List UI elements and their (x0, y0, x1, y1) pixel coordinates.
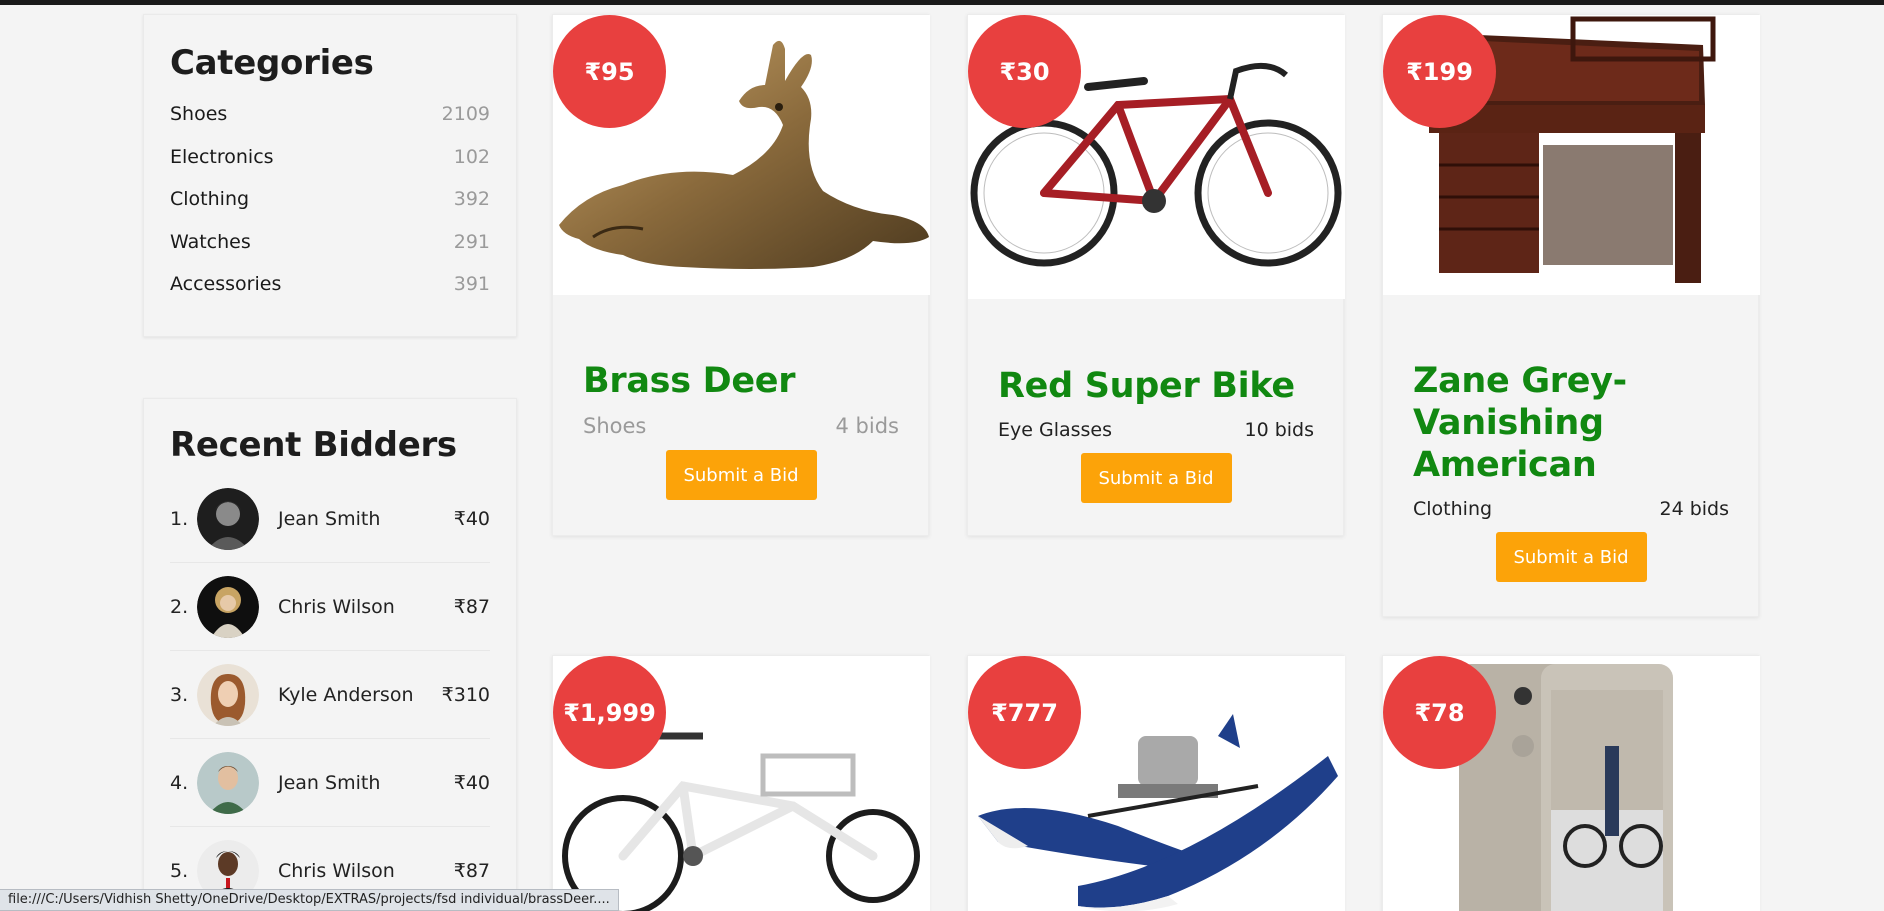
product-card: ₹30 Red Super Bike Eye Glasses 10 bids S… (967, 14, 1345, 536)
price-badge: ₹78 (1383, 656, 1496, 769)
product-bid-count: 10 bids (1244, 419, 1314, 441)
category-count: 391 (453, 273, 490, 296)
product-body: Zane Grey-Vanishing American Clothing 24… (1413, 360, 1729, 582)
price-badge: ₹777 (968, 656, 1081, 769)
price-badge: ₹1,999 (553, 656, 666, 769)
product-meta: Eye Glasses 10 bids (998, 419, 1314, 441)
product-meta: Clothing 24 bids (1413, 498, 1729, 520)
category-item-clothing[interactable]: Clothing 392 (170, 178, 490, 221)
bidder-name: Chris Wilson (278, 595, 395, 618)
bidder-amount: ₹40 (453, 771, 490, 794)
bidder-amount: ₹87 (453, 595, 490, 618)
bidder-rank: 3. (170, 683, 189, 706)
category-count: 392 (453, 188, 490, 211)
bidder-rank: 2. (170, 595, 189, 618)
category-item-accessories[interactable]: Accessories 391 (170, 263, 490, 306)
product-card: ₹95 Brass Deer Shoes 4 bids Submit a Bid (552, 14, 930, 536)
price-badge: ₹199 (1383, 15, 1496, 128)
bidder-amount: ₹40 (453, 507, 490, 530)
bidder-amount: ₹87 (453, 860, 490, 882)
category-item-watches[interactable]: Watches 291 (170, 221, 490, 264)
avatar (197, 487, 259, 550)
product-title[interactable]: Zane Grey-Vanishing American (1413, 360, 1729, 486)
product-category: Clothing (1413, 498, 1493, 520)
category-count: 2109 (441, 103, 490, 126)
bidder-row: 3. Kyle Anderson ₹310 (170, 651, 490, 739)
product-title[interactable]: Red Super Bike (998, 365, 1314, 407)
product-card: ₹777 (967, 655, 1345, 911)
status-bar-url: file:///C:/Users/Vidhish Shetty/OneDrive… (0, 889, 619, 911)
product-bid-count: 24 bids (1659, 498, 1729, 520)
submit-bid-button[interactable]: Submit a Bid (665, 450, 817, 500)
category-item-shoes[interactable]: Shoes 2109 (170, 93, 490, 136)
bidder-name: Chris Wilson (278, 860, 395, 882)
product-title[interactable]: Brass Deer (583, 360, 899, 402)
avatar (197, 751, 259, 814)
bidder-row: 4. Jean Smith ₹40 (170, 739, 490, 827)
avatar (197, 663, 259, 726)
category-name[interactable]: Electronics (170, 146, 274, 168)
category-name[interactable]: Shoes (170, 103, 227, 125)
price-badge: ₹30 (968, 15, 1081, 128)
product-card: ₹1,999 (552, 655, 930, 911)
bidder-amount: ₹310 (441, 683, 490, 706)
bidder-row: 1. Jean Smith ₹40 (170, 475, 490, 563)
bidder-name: Kyle Anderson (278, 683, 414, 706)
recent-bidders-title: Recent Bidders (170, 425, 457, 465)
product-card: ₹78 (1382, 655, 1760, 911)
product-category: Eye Glasses (998, 419, 1113, 441)
recent-bidders-panel: Recent Bidders 1. Jean Smith ₹40 2. Chri… (143, 398, 517, 911)
category-count: 291 (453, 230, 490, 253)
avatar (197, 575, 259, 638)
submit-bid-button[interactable]: Submit a Bid (1080, 453, 1232, 503)
product-card: ₹199 Zane Grey-Vanishing American Clothi… (1382, 14, 1760, 617)
categories-title: Categories (170, 43, 374, 83)
categories-panel: Categories Shoes 2109 Electronics 102 Cl… (143, 14, 517, 337)
bidder-name: Jean Smith (278, 771, 381, 794)
product-bid-count: 4 bids (835, 414, 899, 438)
category-item-electronics[interactable]: Electronics 102 (170, 136, 490, 179)
bidder-rank: 1. (170, 507, 189, 530)
bidder-rank: 4. (170, 771, 189, 794)
category-name[interactable]: Accessories (170, 273, 281, 295)
category-name[interactable]: Watches (170, 231, 251, 253)
product-category: Shoes (583, 414, 647, 438)
product-meta: Shoes 4 bids (583, 414, 899, 438)
category-count: 102 (453, 145, 490, 168)
submit-bid-button[interactable]: Submit a Bid (1495, 532, 1647, 582)
bidder-rank: 5. (170, 860, 189, 882)
product-body: Brass Deer Shoes 4 bids Submit a Bid (583, 360, 899, 500)
product-body: Red Super Bike Eye Glasses 10 bids Submi… (998, 365, 1314, 503)
category-name[interactable]: Clothing (170, 188, 249, 210)
browser-top-edge (0, 0, 1884, 5)
bidder-name: Jean Smith (278, 507, 381, 530)
price-badge: ₹95 (553, 15, 666, 128)
bidder-row: 2. Chris Wilson ₹87 (170, 563, 490, 651)
